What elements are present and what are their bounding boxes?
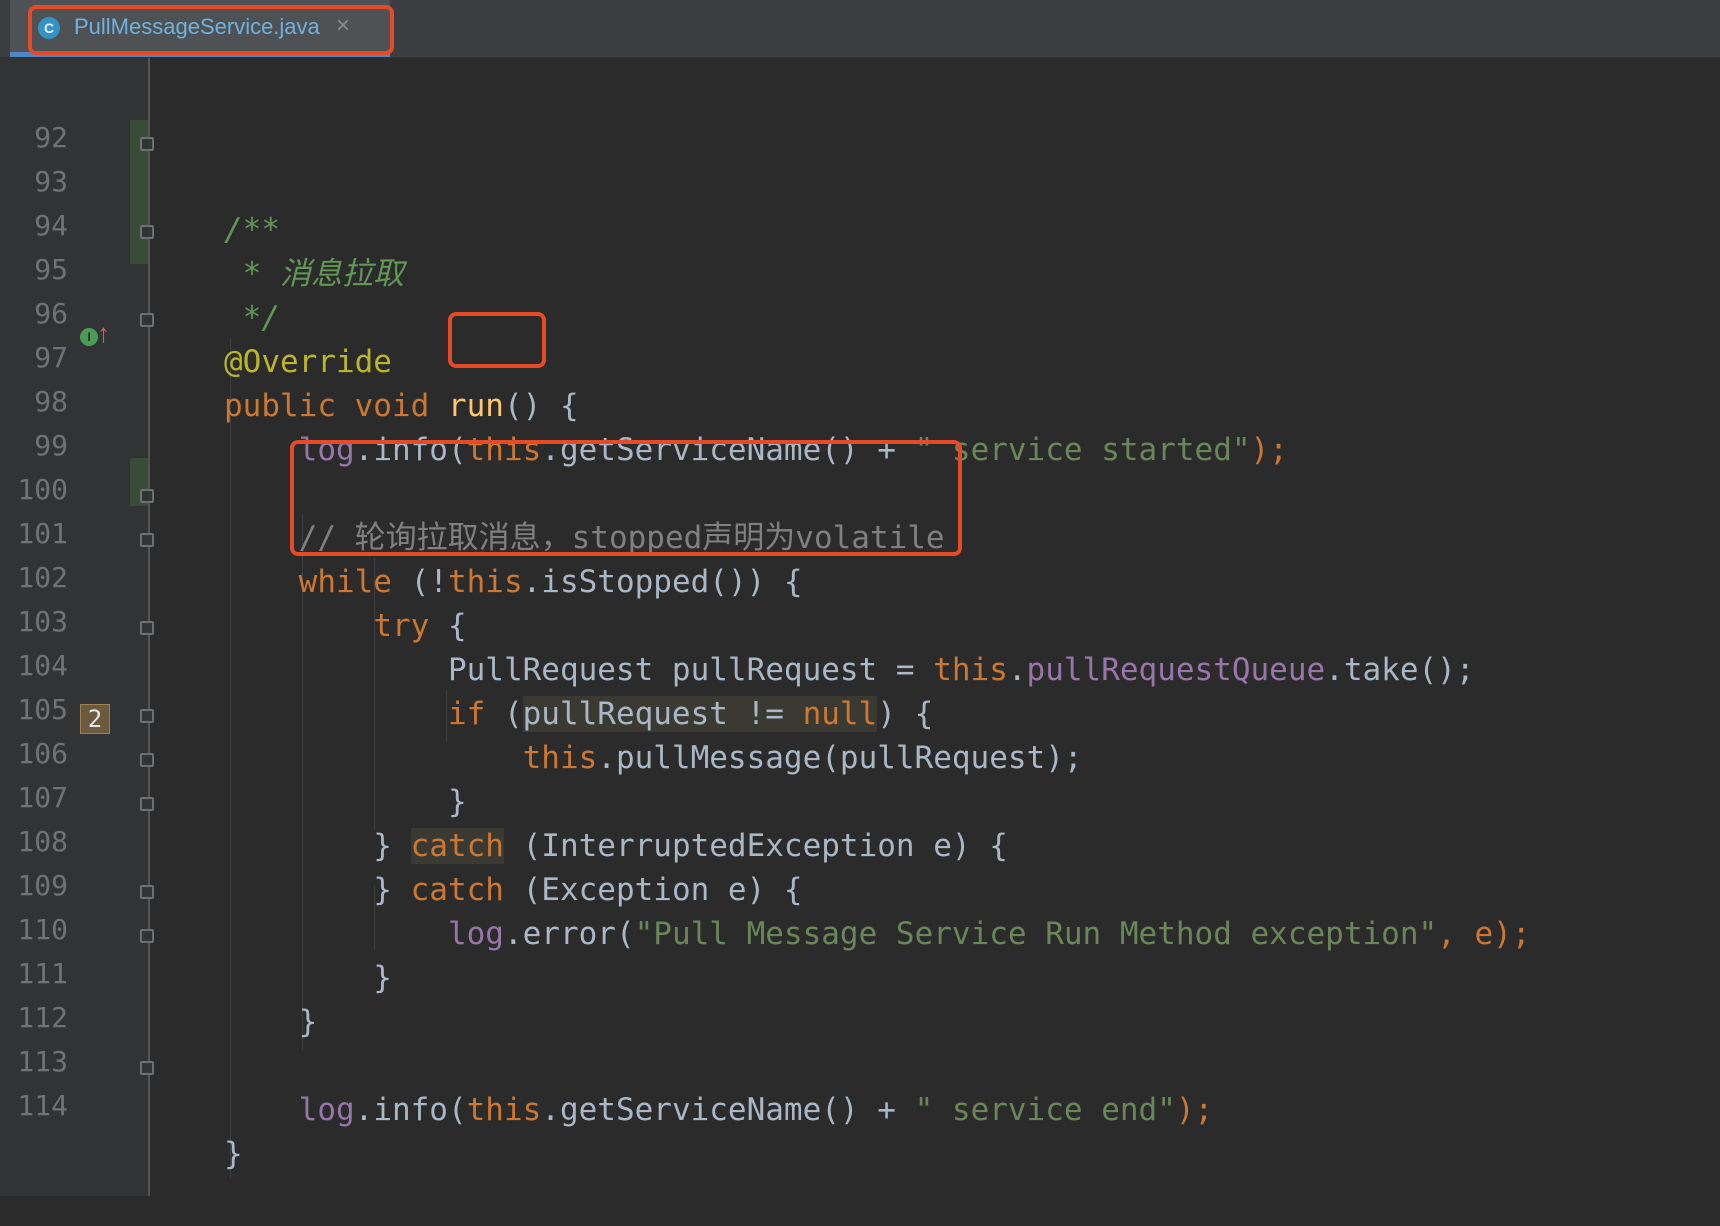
- code-line: 103 PullRequest pullRequest = this.pullR…: [0, 550, 1720, 688]
- code-line: 105 this.pullMessage(pullRequest);: [0, 638, 1720, 776]
- code-line: 108 } catch (Exception e) {: [0, 770, 1720, 908]
- code-editor[interactable]: I ↑ 2 92 93 /** 94 * 消息拉取 95 */ 96 @Over…: [0, 58, 1720, 1196]
- code-line: 96 @Override: [0, 242, 1720, 380]
- code-line: 106 }: [0, 682, 1720, 820]
- code-line: 111 }: [0, 902, 1720, 1040]
- run-method-highlight-marker: [448, 312, 546, 368]
- line-number: 114: [17, 1089, 68, 1122]
- code-line: 104 if (pullRequest != null) {: [0, 594, 1720, 732]
- code-line: 98 log.info(this.getServiceName() + " se…: [0, 330, 1720, 468]
- code-line: 110 }: [0, 858, 1720, 996]
- code-line: 97 public void run() {: [0, 286, 1720, 424]
- code-line: 95 */: [0, 198, 1720, 336]
- code-text: log.info(this.getServiceName() + " servi…: [298, 1092, 1214, 1128]
- code-line: 112: [0, 946, 1720, 1034]
- code-line: 92: [0, 66, 1720, 154]
- code-text: }: [224, 1136, 243, 1172]
- code-line: 114 }: [0, 1034, 1720, 1172]
- tab-highlight-marker: [28, 5, 394, 55]
- editor-tab-bar: C PullMessageService.java ×: [0, 0, 1720, 58]
- while-loop-highlight-marker: [290, 440, 962, 556]
- code-line: 107 } catch (InterruptedException e) {: [0, 726, 1720, 864]
- code-line: 99: [0, 374, 1720, 462]
- code-line: 94 * 消息拉取: [0, 154, 1720, 292]
- code-line: 93 /**: [0, 110, 1720, 248]
- code-line: 109 log.error("Pull Message Service Run …: [0, 814, 1720, 952]
- code-line: 113 log.info(this.getServiceName() + " s…: [0, 990, 1720, 1128]
